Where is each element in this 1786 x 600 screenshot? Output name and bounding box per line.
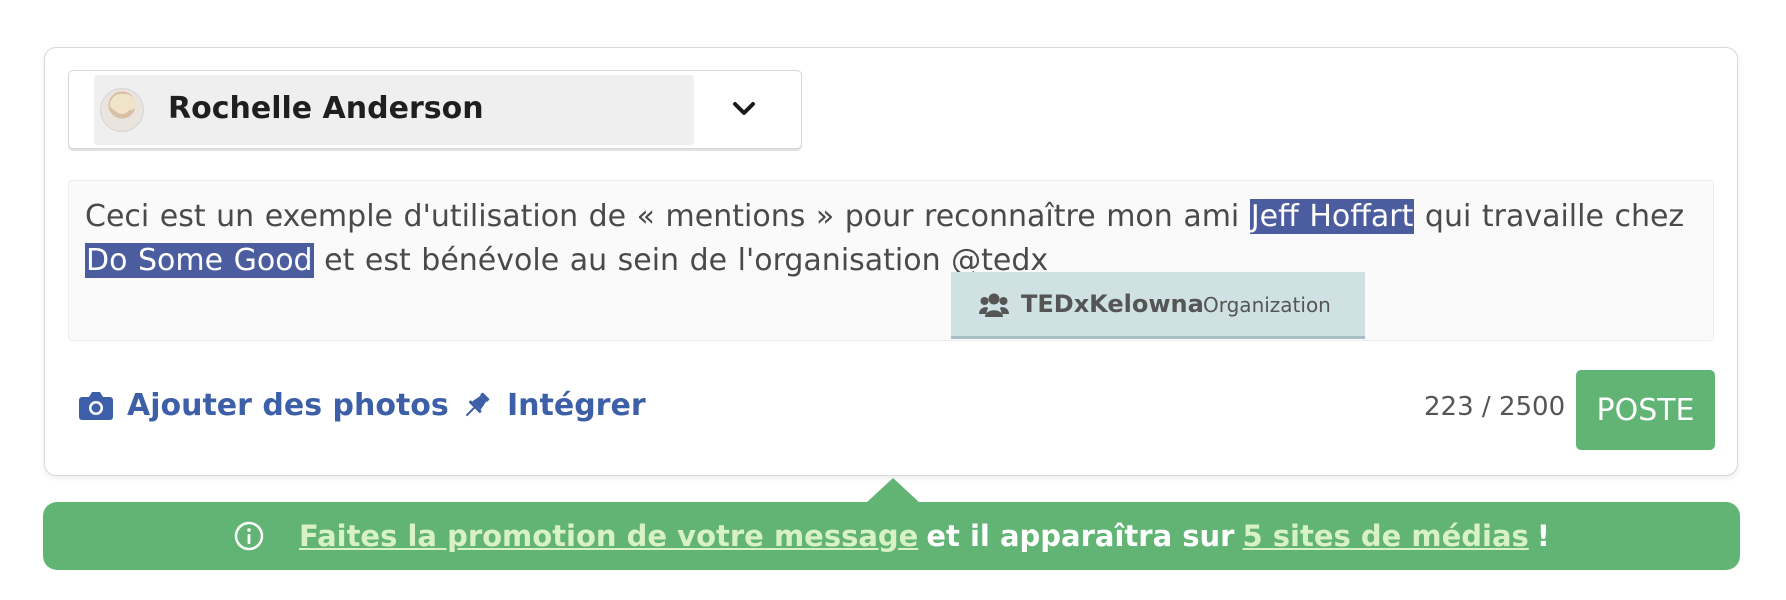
promo-banner: Faites la promotion de votre message et … [43,502,1740,570]
account-selector[interactable]: Rochelle Anderson [68,70,802,149]
pin-icon [465,392,490,417]
mention-jeff-hoffart[interactable]: Jeff Hoffart [1249,199,1415,234]
text-segment: et est bénévole au sein de l'organisatio… [313,243,1049,278]
add-photos-label: Ajouter des photos [127,387,449,423]
account-name: Rochelle Anderson [168,91,484,126]
post-composer-card: Rochelle Anderson Ceci est un exemple d'… [44,47,1738,476]
embed-button[interactable]: Intégrer [461,385,646,425]
counter-current: 223 [1424,392,1474,422]
counter-separator: / [1481,392,1491,422]
mention-suggestion-item[interactable]: TEDxKelowna Organization [951,272,1365,339]
media-sites-link[interactable]: 5 sites de médias [1242,519,1528,553]
account-selector-inner[interactable]: Rochelle Anderson [94,75,694,145]
post-button[interactable]: POSTE [1576,370,1715,450]
post-text-content[interactable]: Ceci est un exemple d'utilisation de « m… [85,195,1705,283]
text-segment: Ceci est un exemple d'utilisation de « m… [85,199,1250,234]
suggestion-type: Organization [1203,293,1331,317]
embed-label: Intégrer [507,387,646,423]
group-icon [979,293,1009,317]
chevron-down-icon[interactable] [729,94,759,124]
post-text-editor[interactable]: Ceci est un exemple d'utilisation de « m… [68,180,1714,341]
promo-middle-text: et il apparaîtra sur [926,519,1235,553]
counter-max: 2500 [1498,392,1566,422]
character-counter: 223 / 2500 [1424,391,1565,423]
suggestion-name: TEDxKelowna [1021,290,1204,318]
mention-do-some-good[interactable]: Do Some Good [85,243,314,278]
text-segment: qui travaille chez [1414,199,1685,234]
user-avatar [100,88,144,132]
promo-end-text: ! [1536,519,1551,553]
add-photos-button[interactable]: Ajouter des photos [79,385,449,425]
promote-message-link[interactable]: Faites la promotion de votre message [299,519,918,553]
info-icon [234,521,264,551]
promo-arrow [866,478,920,503]
camera-icon [79,392,113,420]
